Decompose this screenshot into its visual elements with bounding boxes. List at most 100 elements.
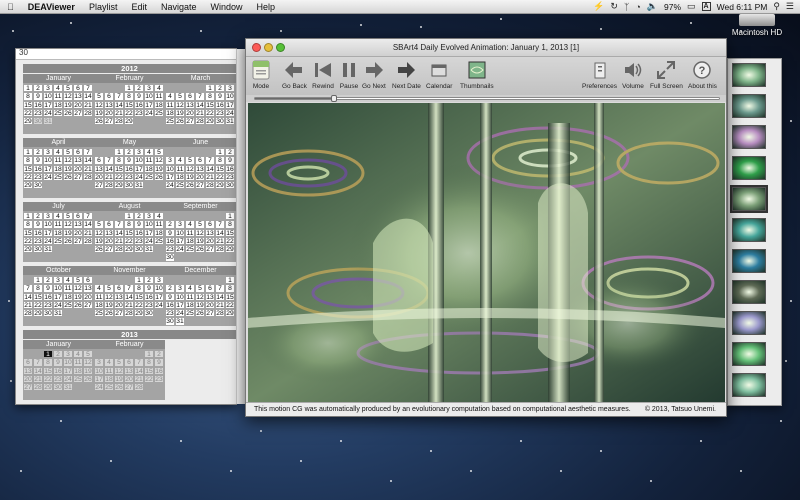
- calendar-day[interactable]: 29: [215, 181, 225, 190]
- calendar-day[interactable]: 10: [175, 228, 185, 237]
- calendar-day[interactable]: 2: [215, 84, 225, 93]
- calendar-day[interactable]: 26: [104, 309, 114, 318]
- calendar-day[interactable]: 11: [94, 292, 104, 301]
- calendar-day[interactable]: 6: [73, 148, 83, 157]
- calendar-day[interactable]: 22: [23, 108, 33, 118]
- calendar-day[interactable]: 3: [175, 220, 185, 229]
- calendar-day[interactable]: 24: [175, 309, 185, 318]
- calendar-day[interactable]: 10: [94, 366, 104, 375]
- calendar-day[interactable]: 6: [114, 284, 124, 293]
- calendar-day[interactable]: 16: [33, 164, 43, 173]
- calendar-day[interactable]: 26: [63, 172, 73, 182]
- calendar-day[interactable]: 19: [154, 164, 164, 173]
- calendar-day[interactable]: 2: [53, 350, 63, 359]
- calendar-day[interactable]: 10: [43, 156, 53, 165]
- calendar-day[interactable]: 17: [43, 228, 53, 237]
- calendar-day[interactable]: 27: [94, 181, 104, 190]
- calendar-day[interactable]: 5: [195, 284, 205, 293]
- calendar-day[interactable]: 24: [43, 236, 53, 246]
- calendar-day[interactable]: 29: [225, 309, 235, 318]
- pause-button[interactable]: Pause: [338, 59, 360, 90]
- calendar-day[interactable]: 2: [225, 148, 235, 157]
- calendar-day[interactable]: 30: [33, 181, 43, 190]
- calendar-day[interactable]: 14: [195, 100, 205, 109]
- calendar-day[interactable]: 21: [205, 172, 215, 182]
- calendar-day[interactable]: 16: [134, 100, 144, 109]
- thumbnail-item[interactable]: [732, 311, 766, 335]
- calendar-day[interactable]: 10: [134, 156, 144, 165]
- calendar-day[interactable]: 8: [114, 156, 124, 165]
- calendar-day[interactable]: 17: [53, 292, 63, 301]
- calendar-day[interactable]: 15: [33, 292, 43, 301]
- calendar-day[interactable]: 16: [33, 228, 43, 237]
- calendar-day[interactable]: 18: [104, 374, 114, 384]
- calendar-day[interactable]: 31: [63, 383, 73, 392]
- calendar-day[interactable]: 2: [33, 212, 43, 221]
- calendar-day[interactable]: 25: [185, 245, 195, 254]
- calendar-day[interactable]: 3: [63, 350, 73, 359]
- calendar-day[interactable]: 27: [73, 236, 83, 246]
- calendar-day[interactable]: 10: [144, 220, 154, 229]
- calendar-day[interactable]: 14: [215, 228, 225, 237]
- calendar-day[interactable]: 9: [134, 92, 144, 101]
- go-back-button[interactable]: Go Back: [282, 59, 307, 90]
- calendar-day[interactable]: 15: [23, 164, 33, 173]
- calendar-day[interactable]: 21: [215, 236, 225, 246]
- calendar-day[interactable]: 28: [33, 383, 43, 392]
- calendar-day[interactable]: 18: [175, 172, 185, 182]
- calendar-day[interactable]: 13: [94, 164, 104, 173]
- calendar-day[interactable]: 16: [215, 100, 225, 109]
- calendar-day[interactable]: 21: [195, 108, 205, 118]
- calendar-day[interactable]: 27: [23, 383, 33, 392]
- calendar-day[interactable]: 24: [225, 108, 235, 118]
- calendar-day[interactable]: 13: [185, 100, 195, 109]
- calendar-day[interactable]: 22: [33, 300, 43, 310]
- calendar-day[interactable]: 16: [53, 366, 63, 375]
- calendar-day[interactable]: 18: [63, 292, 73, 301]
- calendar-day[interactable]: 4: [154, 212, 164, 221]
- desktop-disk-icon[interactable]: Macintosh HD: [722, 14, 792, 37]
- calendar-day[interactable]: 12: [104, 292, 114, 301]
- calendar-day[interactable]: 25: [73, 374, 83, 384]
- calendar-day[interactable]: 16: [124, 164, 134, 173]
- calendar-day[interactable]: 9: [165, 228, 175, 237]
- calendar-day[interactable]: 16: [134, 228, 144, 237]
- thumbnail-item[interactable]: [732, 373, 766, 397]
- calendar-day[interactable]: 29: [43, 383, 53, 392]
- calendar-day[interactable]: 2: [154, 350, 164, 359]
- calendar-day[interactable]: 9: [33, 92, 43, 101]
- calendar-day[interactable]: 7: [124, 284, 134, 293]
- volume-button[interactable]: Volume: [622, 59, 644, 90]
- calendar-day[interactable]: 4: [94, 284, 104, 293]
- calendar-day[interactable]: 18: [165, 108, 175, 118]
- animation-canvas[interactable]: [248, 103, 725, 403]
- calendar-day[interactable]: 29: [124, 245, 134, 254]
- calendar-day[interactable]: 1: [124, 212, 134, 221]
- calendar-day[interactable]: 10: [154, 284, 164, 293]
- calendar-day[interactable]: 13: [23, 366, 33, 375]
- calendar-day[interactable]: 2: [33, 84, 43, 93]
- calendar-day[interactable]: 12: [94, 100, 104, 109]
- calendar-day[interactable]: 29: [23, 245, 33, 254]
- calendar-day[interactable]: 14: [114, 100, 124, 109]
- rewind-button[interactable]: Rewind: [312, 59, 334, 90]
- calendar-day[interactable]: 8: [144, 358, 154, 367]
- calendar-day[interactable]: 24: [63, 374, 73, 384]
- preferences-button[interactable]: Preferences: [582, 59, 617, 90]
- calendar-day[interactable]: 8: [225, 220, 235, 229]
- calendar-day[interactable]: 25: [185, 309, 195, 318]
- calendar-day[interactable]: 9: [144, 284, 154, 293]
- calendar-day[interactable]: 1: [43, 350, 53, 359]
- calendar-day[interactable]: 23: [124, 172, 134, 182]
- calendar-day[interactable]: 5: [195, 220, 205, 229]
- calendar-day[interactable]: 20: [114, 300, 124, 310]
- calendar-day[interactable]: 13: [73, 220, 83, 229]
- next-date-button[interactable]: Next Date: [392, 59, 421, 90]
- calendar-day[interactable]: 25: [53, 172, 63, 182]
- calendar-day[interactable]: 12: [154, 156, 164, 165]
- calendar-day[interactable]: 4: [154, 84, 164, 93]
- calendar-day[interactable]: 19: [63, 164, 73, 173]
- calendar-day[interactable]: 29: [134, 309, 144, 318]
- calendar-day[interactable]: 19: [185, 172, 195, 182]
- calendar-day[interactable]: 21: [83, 100, 93, 109]
